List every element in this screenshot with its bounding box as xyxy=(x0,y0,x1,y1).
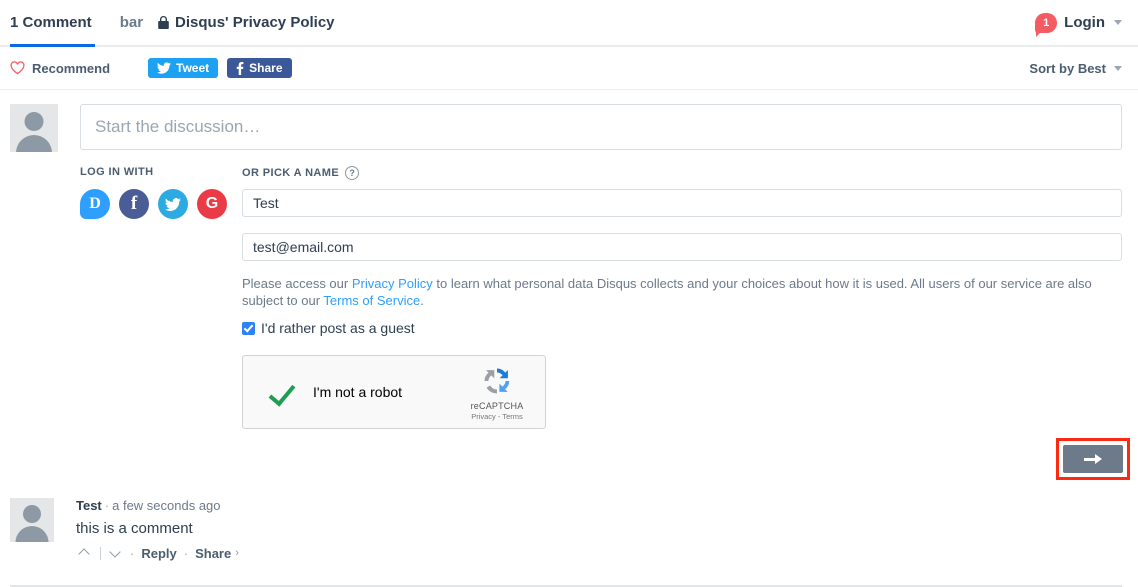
avatar xyxy=(10,104,58,152)
login-notification-badge[interactable]: 1 xyxy=(1035,12,1058,37)
heart-icon xyxy=(10,61,25,75)
login-with-column: LOG IN WITH D f G xyxy=(80,166,242,429)
tab-comments[interactable]: 1 Comment xyxy=(10,0,106,45)
comment-avatar xyxy=(10,498,54,542)
tab-site-name[interactable]: bar xyxy=(106,0,157,45)
submit-highlight-box xyxy=(1056,438,1130,480)
comment-meta-separator: · xyxy=(104,498,110,513)
share-buttons: Tweet Share xyxy=(148,58,292,78)
facebook-icon xyxy=(236,61,244,75)
recaptcha-widget[interactable]: I'm not a robot reCAPTCHA Privacy - Term… xyxy=(242,355,546,430)
guest-checkbox[interactable] xyxy=(242,321,255,335)
tweet-label: Tweet xyxy=(176,61,210,75)
chevron-down-icon xyxy=(1114,65,1122,71)
comment-body: Test · a few seconds ago this is a comment… xyxy=(76,498,1122,561)
guest-checkbox-row[interactable]: I'd rather post as a guest xyxy=(242,320,1122,336)
pick-name-text: OR PICK A NAME xyxy=(242,167,340,179)
header-tabs: 1 Comment bar Disqus' Privacy Policy xyxy=(10,0,335,45)
active-tab-underline xyxy=(10,44,95,47)
recaptcha-checkmark-icon[interactable] xyxy=(268,378,296,406)
terms-of-service-link[interactable]: Terms of Service xyxy=(323,293,420,308)
login-label: Login xyxy=(1064,14,1105,31)
identity-row: LOG IN WITH D f G OR PICK A NAME ? Test … xyxy=(80,166,1122,430)
comment-item: Test · a few seconds ago this is a comment… xyxy=(10,498,1122,561)
vote-divider xyxy=(100,546,101,560)
recaptcha-logo-icon xyxy=(479,363,515,399)
arrow-right-icon xyxy=(1084,454,1102,464)
recaptcha-brand-label: reCAPTCHA xyxy=(470,401,524,412)
actions-bar: Recommend Tweet Share Sort by Best xyxy=(0,47,1138,90)
action-separator-1: · xyxy=(130,545,135,561)
sort-label: Sort by Best xyxy=(1029,60,1106,76)
disqus-login-icon[interactable]: D xyxy=(80,189,110,219)
login-control[interactable]: 1 Login xyxy=(1035,12,1122,37)
help-icon[interactable]: ? xyxy=(345,166,360,180)
comment-timestamp[interactable]: a few seconds ago xyxy=(112,498,220,513)
action-separator-2: · xyxy=(183,545,189,561)
legal-part-1: Please access our xyxy=(242,276,352,291)
legal-text: Please access our Privacy Policy to lear… xyxy=(242,275,1107,309)
recommend-button[interactable]: Recommend xyxy=(10,61,110,76)
twitter-icon xyxy=(157,62,172,74)
comment-text: this is a comment xyxy=(76,520,193,537)
legal-part-3: . xyxy=(420,293,424,309)
chevron-down-icon xyxy=(1114,20,1122,25)
widget-header: 1 Comment bar Disqus' Privacy Policy 1 L… xyxy=(0,0,1138,47)
comment-composer: Start the discussion… LOG IN WITH D f G xyxy=(0,90,1138,430)
name-input[interactable]: Test xyxy=(242,189,1122,217)
pick-name-column: OR PICK A NAME ? Test test@email.com Ple… xyxy=(242,166,1122,430)
login-with-label: LOG IN WITH xyxy=(80,166,154,178)
comment-actions: · Reply · Share › xyxy=(76,546,1122,561)
recaptcha-branding: reCAPTCHA Privacy - Terms xyxy=(461,363,533,421)
post-comment-button[interactable] xyxy=(1063,445,1123,473)
social-login-icons: D f G xyxy=(80,189,242,219)
recaptcha-terms-label[interactable]: Privacy - Terms xyxy=(461,412,533,421)
sort-dropdown[interactable]: Sort by Best xyxy=(1029,61,1122,76)
google-login-icon[interactable]: G xyxy=(197,189,227,219)
lock-icon xyxy=(157,15,170,30)
privacy-policy-inline-link[interactable]: Privacy Policy xyxy=(352,276,433,291)
comment-textarea[interactable]: Start the discussion… xyxy=(80,104,1122,150)
composer-main: Start the discussion… LOG IN WITH D f G xyxy=(80,104,1122,430)
comment-meta: Test · a few seconds ago xyxy=(76,498,1122,513)
share-caret-icon: › xyxy=(235,547,239,559)
privacy-policy-label: Disqus' Privacy Policy xyxy=(175,14,335,31)
email-input[interactable]: test@email.com xyxy=(242,233,1122,261)
facebook-share-button[interactable]: Share xyxy=(227,58,292,78)
reply-button[interactable]: Reply xyxy=(141,546,176,561)
guest-checkbox-label: I'd rather post as a guest xyxy=(261,320,415,337)
recaptcha-label: I'm not a robot xyxy=(313,384,403,401)
recommend-label: Recommend xyxy=(32,60,111,76)
twitter-login-icon[interactable] xyxy=(158,189,188,219)
privacy-policy-link[interactable]: Disqus' Privacy Policy xyxy=(157,14,335,31)
facebook-share-label: Share xyxy=(249,61,283,75)
facebook-login-icon[interactable]: f xyxy=(119,189,149,219)
tweet-button[interactable]: Tweet xyxy=(148,58,219,78)
pick-name-label: OR PICK A NAME ? xyxy=(242,166,1122,180)
comment-share-button[interactable]: Share xyxy=(195,546,231,561)
chevron-up-icon[interactable] xyxy=(76,546,94,560)
chevron-down-icon[interactable] xyxy=(107,546,125,560)
comment-author[interactable]: Test xyxy=(76,498,102,513)
